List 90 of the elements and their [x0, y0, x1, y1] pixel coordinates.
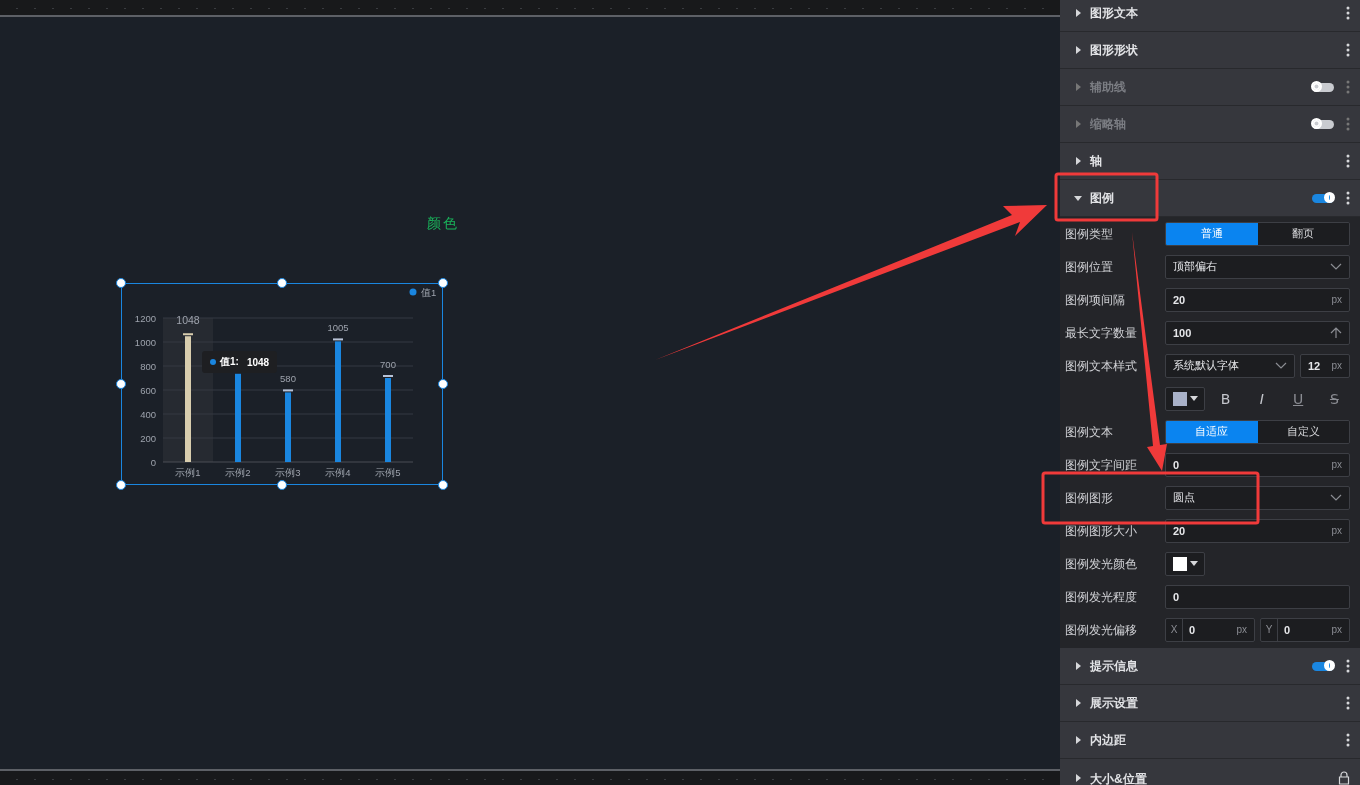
- underline-button[interactable]: U: [1282, 390, 1314, 407]
- arrow-up-icon: [1330, 326, 1342, 339]
- y-axis-label: 400: [139, 408, 156, 419]
- x-axis-label: 示例5: [374, 466, 401, 478]
- bar-cap: [332, 337, 343, 340]
- caret-right-icon[interactable]: [1074, 736, 1082, 744]
- more-icon[interactable]: [1346, 733, 1350, 747]
- chevron-down-icon: [1330, 263, 1342, 270]
- legend-label: 值1: [420, 286, 436, 297]
- caret-down-icon: [1189, 396, 1198, 401]
- resize-handle[interactable]: [276, 277, 287, 288]
- lock-icon[interactable]: [1338, 771, 1350, 785]
- field-label: 图例发光颜色: [1065, 557, 1137, 571]
- field-label: 图例类型: [1065, 227, 1113, 241]
- y-axis-label: 600: [139, 384, 156, 395]
- caret-right-icon[interactable]: [1074, 699, 1082, 707]
- select-field[interactable]: 顶部偏右: [1165, 254, 1350, 279]
- y-axis-label: 800: [139, 360, 156, 371]
- number-field[interactable]: 12 px: [1300, 353, 1350, 378]
- y-axis-label: 1200: [134, 312, 156, 323]
- field-label: 图例图形: [1065, 491, 1113, 505]
- tooltip-dot: [210, 359, 216, 365]
- resize-handle[interactable]: [437, 378, 448, 389]
- field-label: 图例位置: [1065, 260, 1113, 274]
- field-label: 最长文字数量: [1065, 326, 1137, 340]
- y-axis-label: 1000: [134, 336, 156, 347]
- tooltip-value: 1048: [246, 356, 270, 368]
- caret-right-icon[interactable]: [1074, 46, 1082, 54]
- italic-button[interactable]: I: [1246, 390, 1278, 407]
- field-label: 图例发光偏移: [1065, 623, 1137, 637]
- value-label: 700: [379, 358, 396, 370]
- caret-right-icon[interactable]: [1074, 774, 1082, 782]
- chevron-down-icon: [1330, 494, 1342, 501]
- field-label: 图例文本样式: [1065, 359, 1137, 373]
- resize-handle[interactable]: [115, 277, 126, 288]
- value-label: 580: [279, 372, 296, 384]
- number-field[interactable]: 0 px: [1165, 452, 1350, 477]
- select-field[interactable]: 圆点: [1165, 485, 1350, 510]
- toggle-switch[interactable]: [1312, 661, 1334, 671]
- field-label: 图例图形大小: [1065, 524, 1137, 538]
- x-axis-label: 示例3: [274, 466, 301, 478]
- resize-handle[interactable]: [115, 378, 126, 389]
- segment-option[interactable]: 自定义: [1257, 420, 1349, 443]
- field-label: 图例文字间距: [1065, 458, 1137, 472]
- number-field[interactable]: 100: [1165, 320, 1350, 345]
- caret-right-icon[interactable]: [1074, 157, 1082, 165]
- resize-handle[interactable]: [115, 479, 126, 490]
- field-label: 图例发光程度: [1065, 590, 1137, 604]
- more-icon[interactable]: [1346, 154, 1350, 168]
- segment-option[interactable]: 普通: [1166, 222, 1258, 245]
- segment-option[interactable]: 翻页: [1257, 222, 1349, 245]
- segment-option[interactable]: 自适应: [1166, 420, 1258, 443]
- value-label: 1005: [326, 321, 349, 333]
- caret-down-icon: [1189, 561, 1198, 566]
- more-icon[interactable]: [1346, 696, 1350, 710]
- more-icon[interactable]: [1346, 659, 1350, 673]
- x-axis-label: 示例2: [224, 466, 251, 478]
- resize-handle[interactable]: [437, 479, 448, 490]
- resize-handle[interactable]: [437, 277, 448, 288]
- color-picker[interactable]: [1165, 551, 1205, 576]
- color-picker[interactable]: [1165, 386, 1205, 411]
- x-axis-label: 示例4: [324, 466, 351, 478]
- bold-button[interactable]: B: [1210, 390, 1242, 407]
- field-label: 图例项间隔: [1065, 293, 1125, 307]
- bar-cap: [382, 374, 393, 377]
- tooltip-label: 值1:: [220, 355, 239, 369]
- number-field[interactable]: X 0 px: [1165, 617, 1255, 642]
- more-icon[interactable]: [1346, 191, 1350, 205]
- x-axis-label: 示例1: [174, 466, 201, 478]
- number-field[interactable]: 0: [1165, 584, 1350, 609]
- number-field[interactable]: 20 px: [1165, 287, 1350, 312]
- strikethrough-button[interactable]: S: [1318, 390, 1350, 407]
- y-axis-label: 200: [139, 432, 156, 443]
- field-label: 图例文本: [1065, 425, 1113, 439]
- caret-right-icon[interactable]: [1074, 9, 1082, 17]
- caret-down-icon[interactable]: [1074, 194, 1082, 202]
- canvas-label: 颜色: [427, 215, 459, 233]
- bar-cap: [282, 388, 293, 391]
- resize-handle[interactable]: [276, 479, 287, 490]
- select-field[interactable]: 系统默认字体: [1165, 353, 1295, 378]
- more-icon[interactable]: [1346, 6, 1350, 20]
- number-field[interactable]: Y 0 px: [1260, 617, 1350, 642]
- toggle-switch[interactable]: [1312, 193, 1334, 203]
- bar-cap: [182, 332, 193, 335]
- y-axis-label: 0: [150, 456, 156, 467]
- more-icon[interactable]: [1346, 43, 1350, 57]
- chevron-down-icon: [1275, 362, 1287, 369]
- caret-right-icon[interactable]: [1074, 662, 1082, 670]
- number-field[interactable]: 20 px: [1165, 518, 1350, 543]
- value-label: 1048: [175, 313, 200, 326]
